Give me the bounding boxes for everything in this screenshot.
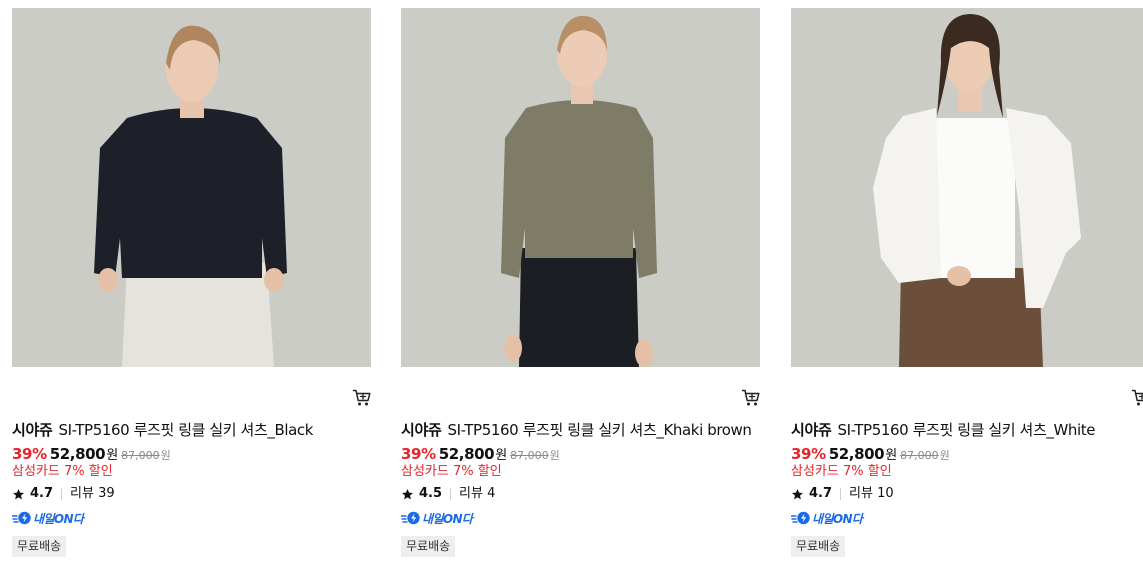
- currency: 원: [885, 448, 898, 463]
- review-count[interactable]: 리뷰 39: [70, 486, 115, 502]
- model-photo: [791, 8, 1143, 367]
- star-icon: [792, 488, 803, 499]
- brand-name: 시야쥬: [401, 421, 442, 439]
- star-icon: [402, 488, 413, 499]
- model-photo: [12, 8, 371, 367]
- discount-rate: 39%: [12, 445, 47, 463]
- rating-row: 4.5 리뷰 4: [401, 486, 495, 502]
- original-price: 87,000: [900, 449, 939, 462]
- delivery-label: 내일ON다: [422, 511, 473, 526]
- divider: [61, 488, 63, 500]
- delivery-badge: 내일ON다: [12, 510, 84, 526]
- product-card[interactable]: 시야쥬 SI-TP5160 루즈핏 링클 실키 셔츠_White 39% 52,80…: [791, 0, 1143, 562]
- cart-icon[interactable]: [1131, 388, 1143, 408]
- product-name: SI-TP5160 루즈핏 링클 실키 셔츠_White: [837, 421, 1096, 439]
- price-row: 39% 52,800원 87,000원: [401, 445, 560, 465]
- free-shipping-badge: 무료배송: [12, 536, 67, 557]
- brand-name: 시야쥬: [12, 421, 53, 439]
- product-name: SI-TP5160 루즈핏 링클 실키 셔츠_Khaki brown: [447, 421, 752, 439]
- star-icon: [13, 488, 24, 499]
- price-row: 39% 52,800원 87,000원: [791, 445, 950, 465]
- review-count[interactable]: 리뷰 4: [459, 486, 495, 502]
- delivery-label: 내일ON다: [33, 511, 84, 526]
- original-currency: 원: [549, 449, 560, 462]
- original-currency: 원: [939, 449, 950, 462]
- rating-score: 4.7: [809, 486, 833, 501]
- review-count[interactable]: 리뷰 10: [849, 486, 894, 502]
- sale-price: 52,800: [828, 445, 885, 463]
- delivery-badge: 내일ON다: [791, 510, 863, 526]
- discount-rate: 39%: [791, 445, 826, 463]
- lightning-icon: [791, 511, 810, 525]
- product-title[interactable]: 시야쥬 SI-TP5160 루즈핏 링클 실키 셔츠_White: [791, 421, 1095, 439]
- currency: 원: [495, 448, 508, 463]
- model-photo: [401, 8, 760, 367]
- discount-rate: 39%: [401, 445, 436, 463]
- price-row: 39% 52,800원 87,000원: [12, 445, 171, 465]
- sale-price: 52,800: [438, 445, 495, 463]
- delivery-label: 내일ON다: [812, 511, 863, 526]
- lightning-icon: [12, 511, 31, 525]
- rating-row: 4.7 리뷰 10: [791, 486, 894, 502]
- divider: [840, 488, 842, 500]
- product-image[interactable]: [791, 8, 1143, 367]
- original-currency: 원: [160, 449, 171, 462]
- product-title[interactable]: 시야쥬 SI-TP5160 루즈핏 링클 실키 셔츠_Black: [12, 421, 313, 439]
- original-price: 87,000: [121, 449, 160, 462]
- lightning-icon: [401, 511, 420, 525]
- product-image[interactable]: [401, 8, 760, 367]
- rating-row: 4.7 리뷰 39: [12, 486, 115, 502]
- card-promo: 삼성카드 7% 할인: [401, 464, 502, 479]
- divider: [450, 488, 452, 500]
- product-name: SI-TP5160 루즈핏 링클 실키 셔츠_Black: [58, 421, 314, 439]
- card-promo: 삼성카드 7% 할인: [12, 464, 113, 479]
- rating-score: 4.5: [419, 486, 443, 501]
- product-title[interactable]: 시야쥬 SI-TP5160 루즈핏 링클 실키 셔츠_Khaki brown: [401, 421, 752, 439]
- cart-icon[interactable]: [352, 388, 372, 408]
- product-image[interactable]: [12, 8, 371, 367]
- cart-icon[interactable]: [741, 388, 761, 408]
- rating-score: 4.7: [30, 486, 54, 501]
- delivery-badge: 내일ON다: [401, 510, 473, 526]
- product-card[interactable]: 시야쥬 SI-TP5160 루즈핏 링클 실키 셔츠_Khaki brown 39…: [401, 0, 773, 562]
- sale-price: 52,800: [49, 445, 106, 463]
- original-price: 87,000: [510, 449, 549, 462]
- free-shipping-badge: 무료배송: [401, 536, 456, 557]
- brand-name: 시야쥬: [791, 421, 832, 439]
- card-promo: 삼성카드 7% 할인: [791, 464, 892, 479]
- product-card[interactable]: 시야쥬 SI-TP5160 루즈핏 링클 실키 셔츠_Black 39% 52,80…: [12, 0, 384, 562]
- currency: 원: [106, 448, 119, 463]
- free-shipping-badge: 무료배송: [791, 536, 846, 557]
